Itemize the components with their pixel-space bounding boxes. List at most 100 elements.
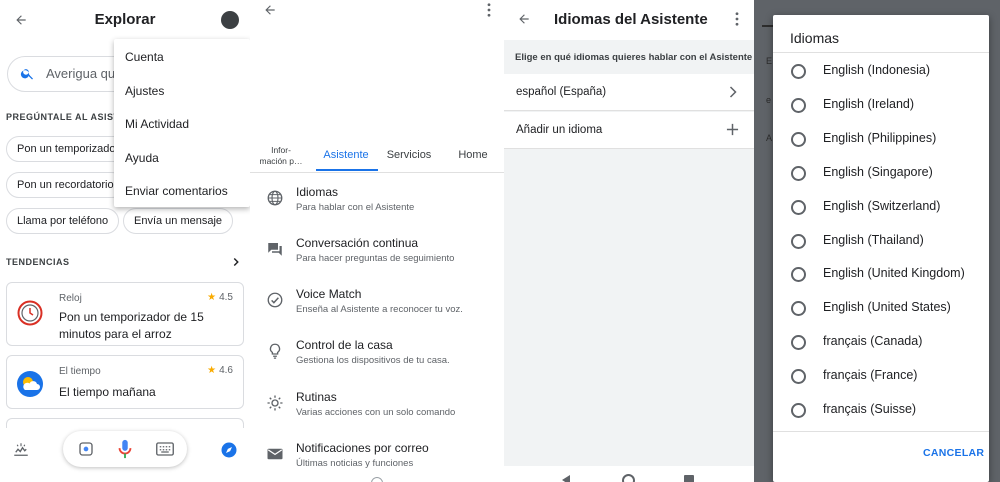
language-option[interactable]: English (Ireland) [773, 90, 989, 124]
clock-icon [17, 300, 43, 326]
back-nav-icon[interactable] [562, 475, 570, 482]
dialog-divider [773, 431, 989, 432]
menu-item-ayuda[interactable]: Ayuda [125, 151, 159, 165]
chip-message[interactable]: Envía un mensaje [123, 208, 234, 234]
radio-button-icon[interactable] [791, 403, 806, 418]
avatar[interactable] [221, 11, 239, 29]
radio-button-icon[interactable] [791, 64, 806, 79]
chip-reminder[interactable]: Pon un recordatorio [6, 172, 125, 198]
snapshot-icon[interactable] [12, 441, 30, 459]
microphone-icon[interactable] [117, 439, 133, 459]
setting-title: Idiomas [296, 185, 339, 199]
dialog-title: Idiomas [790, 30, 840, 46]
search-placeholder: Averigua qué [46, 66, 123, 81]
language-option[interactable]: English (Switzerland) [773, 192, 989, 226]
languages-caption: Elige en qué idiomas quieres hablar con … [504, 40, 754, 76]
radio-button-icon[interactable] [791, 335, 806, 351]
back-arrow-icon[interactable] [517, 12, 531, 26]
chip-timer[interactable]: Pon un temporizador [6, 136, 131, 162]
radio-button-icon[interactable] [791, 233, 806, 249]
radio-button-icon[interactable] [791, 301, 806, 317]
setting-subtitle: Gestiona los dispositivos de tu casa. [296, 355, 450, 366]
language-picker-screen: E e A Idiomas English (Indonesia) English… [754, 0, 1000, 482]
language-option-label: English (Indonesia) [823, 63, 931, 77]
setting-conversacion-continua[interactable]: Conversación continua Para hacer pregunt… [250, 236, 504, 286]
language-option[interactable]: English (Thailand) [773, 226, 989, 260]
menu-item-mi-actividad[interactable]: Mi Actividad [125, 117, 189, 131]
routines-icon [266, 394, 286, 414]
language-option-label: English (Switzerland) [823, 198, 941, 213]
setting-voice-match[interactable]: Voice Match Enseña al Asistente a recono… [250, 287, 504, 337]
add-language-row[interactable]: Añadir un idioma [504, 112, 754, 149]
tab-home[interactable]: Home [454, 149, 492, 161]
radio-button-icon[interactable] [791, 165, 806, 181]
setting-idiomas[interactable]: Idiomas Para hablar con el Asistente [250, 185, 504, 235]
trend-card[interactable]: Reloj ★ 4.5 Pon un temporizador de 15 min… [6, 282, 244, 346]
nav-bar [504, 466, 754, 482]
setting-subtitle: Varias acciones con un solo comando [296, 407, 456, 418]
language-label: español (España) [516, 86, 607, 98]
mail-icon [266, 445, 286, 465]
language-option-label: English (Ireland) [823, 96, 915, 111]
language-option[interactable]: English (United States) [773, 293, 989, 327]
more-vert-icon[interactable] [486, 3, 492, 17]
setting-notificaciones-correo[interactable]: Notificaciones por correo Últimas notici… [250, 441, 504, 482]
lens-icon[interactable] [78, 441, 94, 457]
bottom-bar [0, 428, 250, 482]
language-option[interactable]: français (Canada) [773, 327, 989, 361]
menu-item-cuenta[interactable]: Cuenta [125, 50, 164, 64]
globe-icon [266, 189, 286, 209]
language-option[interactable]: français (Suisse) [773, 395, 989, 429]
settings-screen: Infor- mación p… Asistente Servicios Hom… [250, 0, 504, 482]
explore-screen: Explorar Averigua qué PREGÚNTALE AL ASIS… [0, 0, 250, 482]
chat-icon [266, 240, 286, 260]
more-vert-icon[interactable] [734, 12, 740, 26]
radio-button-icon[interactable] [791, 369, 806, 385]
setting-rutinas[interactable]: Rutinas Varias acciones con un solo coma… [250, 390, 504, 440]
language-option[interactable]: English (Philippines) [773, 124, 989, 158]
keyboard-icon[interactable] [156, 442, 174, 456]
language-option[interactable]: English (Indonesia) [773, 56, 989, 90]
back-arrow-icon[interactable] [263, 3, 277, 17]
tab-asistente[interactable]: Asistente [320, 149, 372, 161]
setting-title: Voice Match [296, 287, 362, 301]
trend-card[interactable]: El tiempo ★ 4.6 El tiempo mañana [6, 355, 244, 409]
search-icon [20, 66, 35, 81]
language-row[interactable]: español (España) [504, 74, 754, 111]
chevron-right-icon[interactable] [229, 255, 243, 269]
cancel-button[interactable]: CANCELAR [923, 447, 984, 459]
chip-call[interactable]: Llama por teléfono [6, 208, 120, 234]
menu-item-ajustes[interactable]: Ajustes [125, 84, 164, 98]
compass-icon[interactable] [220, 441, 238, 459]
language-option[interactable]: English (United Kingdom) [773, 259, 989, 293]
radio-button-icon[interactable] [791, 131, 806, 147]
setting-control-casa[interactable]: Control de la casa Gestiona los disposit… [250, 338, 504, 388]
tabs-divider [250, 172, 504, 173]
tab-servicios[interactable]: Servicios [383, 149, 435, 161]
radio-button-icon[interactable] [791, 199, 806, 215]
tab-informacion[interactable]: Infor- mación p… [258, 145, 304, 167]
lightbulb-icon [266, 342, 286, 362]
setting-title: Notificaciones por correo [296, 441, 429, 455]
language-option-label: français (Suisse) [823, 402, 917, 416]
chevron-right-icon [728, 86, 738, 98]
language-option-label: English (Philippines) [823, 130, 937, 145]
radio-button-icon[interactable] [791, 97, 806, 113]
home-nav-icon[interactable] [371, 477, 383, 482]
page-title: Explorar [94, 11, 156, 28]
setting-title: Control de la casa [296, 338, 393, 352]
language-option[interactable]: English (Singapore) [773, 158, 989, 192]
language-option[interactable]: français (France) [773, 361, 989, 395]
recents-nav-icon[interactable] [684, 475, 694, 482]
background-text: A [766, 133, 773, 143]
weather-icon [16, 370, 44, 398]
assistant-languages-screen: Idiomas del Asistente Elige en qué idiom… [504, 0, 754, 482]
radio-button-icon[interactable] [791, 267, 806, 283]
menu-item-enviar-comentarios[interactable]: Enviar comentarios [125, 184, 228, 198]
setting-subtitle: Para hablar con el Asistente [296, 202, 415, 213]
language-option-label: français (Canada) [823, 334, 923, 349]
setting-title: Rutinas [296, 390, 337, 404]
setting-subtitle: Enseña al Asistente a reconocer tu voz. [296, 304, 463, 315]
setting-subtitle: Últimas noticias y funciones [296, 458, 414, 469]
home-nav-icon[interactable] [622, 474, 635, 482]
